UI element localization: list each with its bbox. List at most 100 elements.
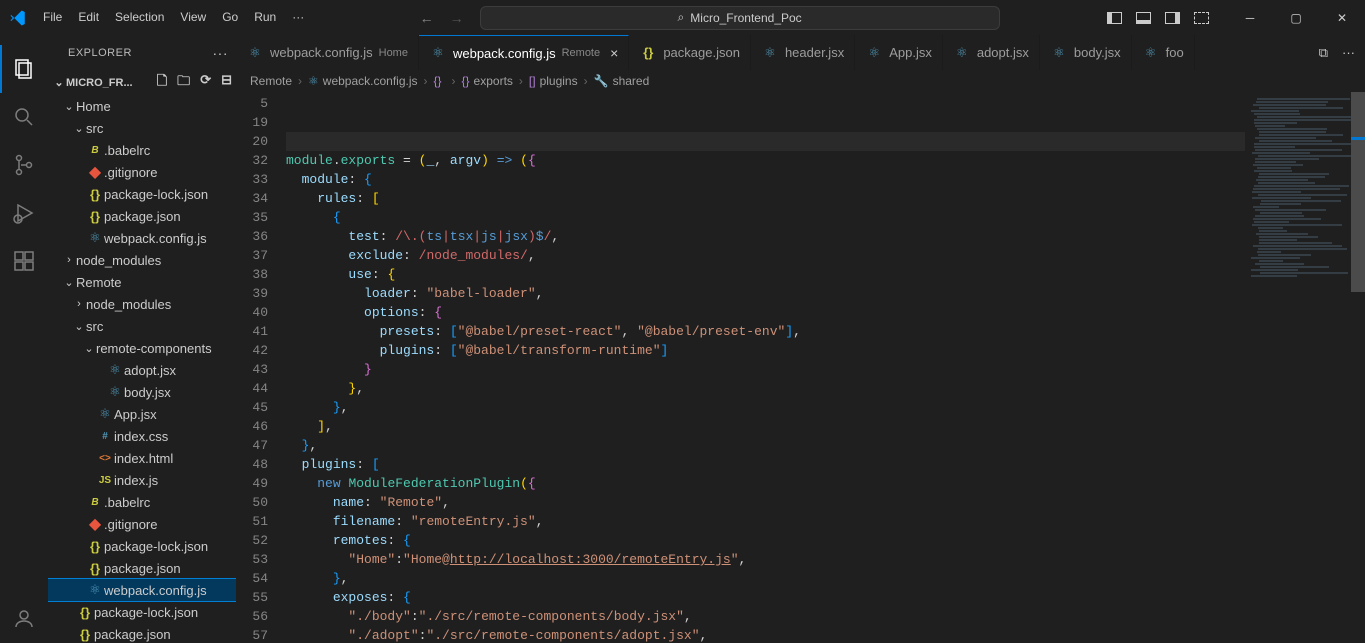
nav-forward-icon[interactable]: → bbox=[450, 10, 464, 26]
menu-go[interactable]: Go bbox=[214, 0, 246, 35]
tree-item--gitignore[interactable]: ◆.gitignore bbox=[48, 513, 236, 535]
code-line[interactable]: ], bbox=[286, 417, 1245, 436]
code-line[interactable]: loader: "babel-loader", bbox=[286, 284, 1245, 303]
code-line[interactable]: new ModuleFederationPlugin({ bbox=[286, 474, 1245, 493]
tree-item-src[interactable]: ⌄src bbox=[48, 117, 236, 139]
activity-run-debug[interactable] bbox=[0, 189, 48, 237]
code-line[interactable]: module.exports = (_, argv) => ({ bbox=[286, 151, 1245, 170]
activity-search[interactable] bbox=[0, 93, 48, 141]
layout-customize-icon[interactable] bbox=[1194, 12, 1209, 24]
breadcrumb-item[interactable]: {} bbox=[434, 74, 446, 88]
more-icon[interactable]: ··· bbox=[1342, 45, 1355, 61]
tab-header-jsx[interactable]: ⚛header.jsx bbox=[751, 35, 855, 70]
tree-item-package-lock-json[interactable]: {}package-lock.json bbox=[48, 601, 236, 623]
code-line[interactable]: } bbox=[286, 360, 1245, 379]
tree-item-webpack-config-js[interactable]: ⚛webpack.config.js bbox=[48, 227, 236, 249]
compare-icon[interactable]: ⧉ bbox=[1319, 45, 1328, 61]
code-line[interactable]: plugins: [ bbox=[286, 455, 1245, 474]
code-line[interactable]: options: { bbox=[286, 303, 1245, 322]
menu-view[interactable]: View bbox=[172, 0, 214, 35]
chevron-down-icon[interactable]: ⌄ bbox=[72, 320, 86, 333]
activity-extensions[interactable] bbox=[0, 237, 48, 285]
tab-webpack-config-js[interactable]: ⚛webpack.config.jsRemote× bbox=[419, 35, 629, 70]
tree-item--babelrc[interactable]: B.babelrc bbox=[48, 139, 236, 161]
chevron-down-icon[interactable]: ⌄ bbox=[62, 276, 76, 289]
breadcrumb-item[interactable]: []plugins bbox=[529, 74, 578, 88]
code-line[interactable]: "Home":"Home@http://localhost:3000/remot… bbox=[286, 550, 1245, 569]
code-line[interactable]: }, bbox=[286, 569, 1245, 588]
tab-adopt-jsx[interactable]: ⚛adopt.jsx bbox=[943, 35, 1040, 70]
editor-scrollbar[interactable] bbox=[1351, 92, 1365, 643]
activity-source-control[interactable] bbox=[0, 141, 48, 189]
breadcrumb-item[interactable]: Remote bbox=[250, 74, 292, 88]
tree-item--babelrc[interactable]: B.babelrc bbox=[48, 491, 236, 513]
tree-item-index-js[interactable]: JSindex.js bbox=[48, 469, 236, 491]
code-line[interactable]: }, bbox=[286, 379, 1245, 398]
window-maximize-button[interactable]: ▢ bbox=[1273, 0, 1319, 35]
tab-foo[interactable]: ⚛foo bbox=[1132, 35, 1195, 70]
code-line[interactable]: rules: [ bbox=[286, 189, 1245, 208]
command-center[interactable]: ⌕ Micro_Frontend_Poc bbox=[480, 6, 1000, 30]
code-line[interactable]: name: "Remote", bbox=[286, 493, 1245, 512]
refresh-icon[interactable]: ⟳ bbox=[200, 72, 211, 94]
code-line[interactable]: use: { bbox=[286, 265, 1245, 284]
activity-explorer[interactable] bbox=[0, 45, 48, 93]
menu-selection[interactable]: Selection bbox=[107, 0, 172, 35]
tree-item-node-modules[interactable]: ›node_modules bbox=[48, 293, 236, 315]
chevron-right-icon[interactable]: › bbox=[62, 254, 76, 266]
tree-item-index-css[interactable]: #index.css bbox=[48, 425, 236, 447]
tab-app-jsx[interactable]: ⚛App.jsx bbox=[855, 35, 943, 70]
menu-···[interactable]: ··· bbox=[284, 0, 312, 35]
tree-item-package-lock-json[interactable]: {}package-lock.json bbox=[48, 183, 236, 205]
tree-item-src[interactable]: ⌄src bbox=[48, 315, 236, 337]
chevron-right-icon[interactable]: › bbox=[72, 298, 86, 310]
breadcrumb-item[interactable]: 🔧shared bbox=[594, 74, 650, 88]
code-line[interactable]: module: { bbox=[286, 170, 1245, 189]
code-line[interactable]: "./adopt":"./src/remote-components/adopt… bbox=[286, 626, 1245, 643]
layout-sidebar-left-icon[interactable] bbox=[1107, 12, 1122, 24]
code-line[interactable]: "./body":"./src/remote-components/body.j… bbox=[286, 607, 1245, 626]
scroll-thumb[interactable] bbox=[1351, 92, 1365, 292]
window-close-button[interactable]: ✕ bbox=[1319, 0, 1365, 35]
tree-item-remote[interactable]: ⌄Remote bbox=[48, 271, 236, 293]
chevron-down-icon[interactable]: ⌄ bbox=[72, 122, 86, 135]
tree-item-package-lock-json[interactable]: {}package-lock.json bbox=[48, 535, 236, 557]
code-line[interactable]: presets: ["@babel/preset-react", "@babel… bbox=[286, 322, 1245, 341]
tree-item-remote-components[interactable]: ⌄remote-components bbox=[48, 337, 236, 359]
tree-item-app-jsx[interactable]: ⚛App.jsx bbox=[48, 403, 236, 425]
tree-item-home[interactable]: ⌄Home bbox=[48, 95, 236, 117]
code-editor[interactable]: module.exports = (_, argv) => ({ module:… bbox=[286, 92, 1245, 643]
code-line[interactable]: exposes: { bbox=[286, 588, 1245, 607]
tree-item-package-json[interactable]: {}package.json bbox=[48, 557, 236, 579]
tree-item-index-html[interactable]: <>index.html bbox=[48, 447, 236, 469]
new-file-icon[interactable]: 🗋 bbox=[157, 72, 167, 94]
code-line[interactable]: plugins: ["@babel/transform-runtime"] bbox=[286, 341, 1245, 360]
tree-item--gitignore[interactable]: ◆.gitignore bbox=[48, 161, 236, 183]
close-icon[interactable]: × bbox=[610, 45, 618, 61]
tree-item-node-modules[interactable]: ›node_modules bbox=[48, 249, 236, 271]
new-folder-icon[interactable]: 🗀 bbox=[177, 72, 190, 94]
code-line[interactable]: { bbox=[286, 208, 1245, 227]
layout-sidebar-right-icon[interactable] bbox=[1165, 12, 1180, 24]
chevron-down-icon[interactable]: ⌄ bbox=[62, 100, 76, 113]
tab-webpack-config-js[interactable]: ⚛webpack.config.jsHome bbox=[236, 35, 419, 70]
code-line[interactable]: }, bbox=[286, 436, 1245, 455]
tab-package-json[interactable]: {}package.json bbox=[629, 35, 751, 70]
collapse-icon[interactable]: ⊟ bbox=[221, 72, 232, 94]
code-line[interactable]: exclude: /node_modules/, bbox=[286, 246, 1245, 265]
code-line[interactable]: }, bbox=[286, 398, 1245, 417]
explorer-more-icon[interactable]: ··· bbox=[213, 45, 229, 61]
breadcrumb-item[interactable]: ⚛webpack.config.js bbox=[308, 74, 417, 88]
tree-item-webpack-config-js[interactable]: ⚛webpack.config.js bbox=[48, 579, 236, 601]
menu-file[interactable]: File bbox=[35, 0, 70, 35]
breadcrumb-item[interactable]: {}exports bbox=[462, 74, 513, 88]
tree-item-body-jsx[interactable]: ⚛body.jsx bbox=[48, 381, 236, 403]
code-line[interactable]: test: /\.(ts|tsx|js|jsx)$/, bbox=[286, 227, 1245, 246]
code-line[interactable]: remotes: { bbox=[286, 531, 1245, 550]
nav-back-icon[interactable]: ← bbox=[420, 10, 434, 26]
tree-item-package-json[interactable]: {}package.json bbox=[48, 205, 236, 227]
chevron-down-icon[interactable]: ⌄ bbox=[52, 76, 66, 89]
activity-accounts[interactable] bbox=[0, 595, 48, 643]
menu-run[interactable]: Run bbox=[246, 0, 284, 35]
minimap[interactable] bbox=[1245, 92, 1365, 643]
